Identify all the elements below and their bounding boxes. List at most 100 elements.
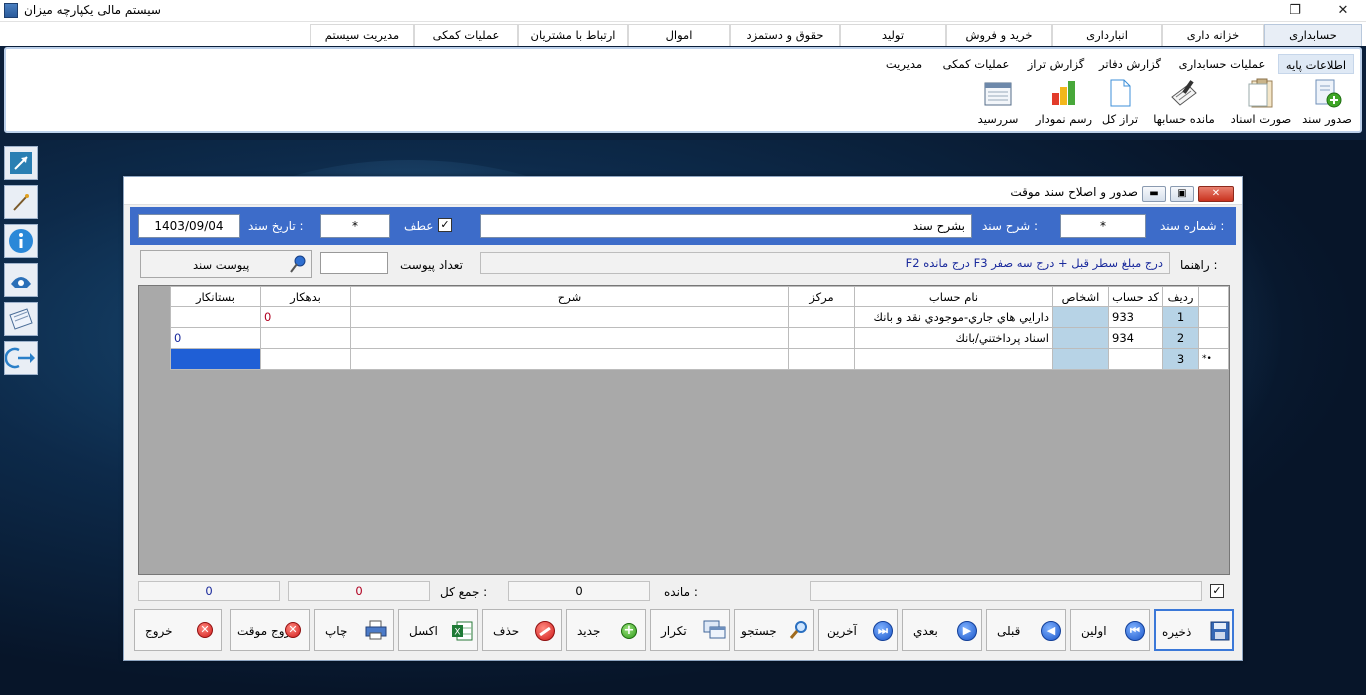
account-code-cell[interactable]: 933: [1108, 306, 1163, 328]
exit-button[interactable]: خروج ✕: [134, 609, 222, 651]
first-record-button[interactable]: اولین ⏮: [1070, 609, 1150, 651]
tab-purchase-sales[interactable]: خرید و فروش: [946, 24, 1052, 46]
atf-checkbox[interactable]: ✓: [438, 218, 452, 232]
restore-icon: ▣: [1177, 188, 1187, 199]
print-button[interactable]: چاپ: [314, 609, 394, 651]
maximize-button[interactable]: ❐: [1272, 0, 1318, 22]
tab-assets[interactable]: اموال: [628, 24, 730, 46]
subtab-basic-info[interactable]: اطلاعات پایه: [1278, 54, 1354, 74]
close-button[interactable]: ✕: [1320, 0, 1366, 22]
trial-balance-button[interactable]: تراز کل: [1098, 77, 1142, 129]
tab-production[interactable]: تولید: [840, 24, 946, 46]
account-name-cell[interactable]: [854, 348, 1053, 370]
attach-doc-button[interactable]: پیوست سند: [140, 250, 312, 278]
window-restore-button[interactable]: ▣: [1170, 186, 1194, 202]
save-button[interactable]: ذخیره: [1154, 609, 1234, 651]
doc-list-button[interactable]: صورت اسناد: [1228, 77, 1294, 129]
remain-value: 0: [508, 581, 650, 601]
tab-inventory[interactable]: انبارداری: [1052, 24, 1162, 46]
center-cell[interactable]: [788, 348, 855, 370]
calendar-icon: [982, 77, 1014, 109]
exit-icon: ✕: [197, 622, 213, 638]
temporary-exit-button[interactable]: خروج موقت ✕: [230, 609, 310, 651]
persons-cell[interactable]: [1052, 348, 1109, 370]
window-minimize-button[interactable]: ▬: [1142, 186, 1166, 202]
app-titlebar: سیستم مالی یکپارچه میزان ❐ ✕: [0, 0, 1366, 22]
subtab-trial-balance[interactable]: گزارش تراز: [1022, 54, 1090, 74]
col-header-center[interactable]: مرکز: [788, 286, 855, 307]
col-header-debit[interactable]: بدهکار: [260, 286, 351, 307]
table-header-row: بستانکار بدهکار شرح مرکز نام حساب اشخاص …: [170, 286, 1229, 307]
debit-cell[interactable]: [260, 348, 351, 370]
next-record-button[interactable]: بعدي ▶: [902, 609, 982, 651]
resize-tool-button[interactable]: [4, 146, 38, 180]
credit-cell[interactable]: 0: [170, 327, 261, 349]
tab-system-admin[interactable]: مدیریت سیستم: [310, 24, 414, 46]
col-header-description[interactable]: شرح: [350, 286, 789, 307]
account-code-cell[interactable]: 934: [1108, 327, 1163, 349]
tab-crm[interactable]: ارتباط با مشتریان: [518, 24, 628, 46]
subtab-auxiliary[interactable]: عملیات کمکی: [934, 54, 1018, 74]
credit-cell[interactable]: [170, 306, 261, 328]
excel-button[interactable]: اکسل X: [398, 609, 478, 651]
totals-status-box: [810, 581, 1202, 601]
col-header-row[interactable]: ردیف: [1162, 286, 1199, 307]
col-header-account-name[interactable]: نام حساب: [854, 286, 1053, 307]
account-code-cell[interactable]: [1108, 348, 1163, 370]
description-cell[interactable]: [350, 348, 789, 370]
resize-arrow-icon: [10, 152, 32, 174]
tab-accounting[interactable]: حسابداری: [1264, 24, 1362, 46]
repeat-button[interactable]: تکرار: [650, 609, 730, 651]
doc-number-field[interactable]: *: [1060, 214, 1146, 238]
subtab-ledger-reports[interactable]: گزارش دفاتر: [1094, 54, 1166, 74]
new-button[interactable]: جدید +: [566, 609, 646, 651]
draw-chart-button[interactable]: رسم نمودار: [1034, 77, 1094, 129]
delete-button[interactable]: حذف: [482, 609, 562, 651]
previous-record-button[interactable]: قبلی ◀: [986, 609, 1066, 651]
subtab-accounting-ops[interactable]: عملیات حسابداری: [1170, 54, 1274, 74]
account-balance-button[interactable]: مانده حسابها: [1146, 77, 1222, 129]
last-record-button[interactable]: آخرین ⏭: [818, 609, 898, 651]
notes-button[interactable]: [4, 302, 38, 336]
pushpin-icon: [290, 255, 306, 273]
center-cell[interactable]: [788, 327, 855, 349]
account-name-cell[interactable]: اسناد پرداختني/بانك: [854, 327, 1053, 349]
col-header-persons[interactable]: اشخاص: [1052, 286, 1109, 307]
totals-checkbox[interactable]: ✓: [1210, 584, 1224, 598]
tab-auxiliary-ops[interactable]: عملیات کمکی: [414, 24, 518, 46]
credit-cell-selected[interactable]: [170, 348, 261, 370]
center-cell[interactable]: [788, 306, 855, 328]
debit-cell[interactable]: [260, 327, 351, 349]
col-header-account-code[interactable]: کد حساب: [1108, 286, 1163, 307]
debit-cell[interactable]: 0: [260, 306, 351, 328]
ribbon: اطلاعات پایه عملیات حسابداری گزارش دفاتر…: [4, 47, 1362, 133]
table-row[interactable]: 0 اسناد پرداختني/بانك 934 2: [170, 327, 1229, 349]
tab-payroll[interactable]: حقوق و دستمزد: [730, 24, 840, 46]
account-name-cell[interactable]: دارايي هاي جاري-موجودي نقد و بانك: [854, 306, 1053, 328]
description-field[interactable]: بشرح سند: [480, 214, 972, 238]
description-cell[interactable]: [350, 327, 789, 349]
issue-doc-button[interactable]: صدور سند: [1298, 77, 1356, 129]
contacts-button[interactable]: [4, 263, 38, 297]
search-button[interactable]: جستجو: [734, 609, 814, 651]
atf-field[interactable]: *: [320, 214, 390, 238]
info-button[interactable]: [4, 224, 38, 258]
due-date-button[interactable]: سررسید: [970, 77, 1026, 129]
persons-cell[interactable]: [1052, 306, 1109, 328]
window-close-button[interactable]: ✕: [1198, 186, 1234, 202]
phone-icon: [11, 277, 31, 288]
persons-cell[interactable]: [1052, 327, 1109, 349]
add-icon: +: [621, 623, 637, 639]
table-row[interactable]: 3 *•: [170, 348, 1229, 370]
table-row[interactable]: 0 دارايي هاي جاري-موجودي نقد و بانك 933 …: [170, 306, 1229, 328]
date-field[interactable]: 1403/09/04: [138, 214, 240, 238]
attach-count-field[interactable]: [320, 252, 388, 274]
pen-tool-button[interactable]: [4, 185, 38, 219]
tab-treasury[interactable]: خزانه داری: [1162, 24, 1264, 46]
col-header-credit[interactable]: بستانکار: [170, 286, 261, 307]
first-icon: ⏮: [1125, 621, 1145, 641]
description-cell[interactable]: [350, 306, 789, 328]
subtab-management[interactable]: مدیریت: [878, 54, 930, 74]
logout-tool-button[interactable]: [4, 341, 38, 375]
next-icon: ▶: [957, 621, 977, 641]
